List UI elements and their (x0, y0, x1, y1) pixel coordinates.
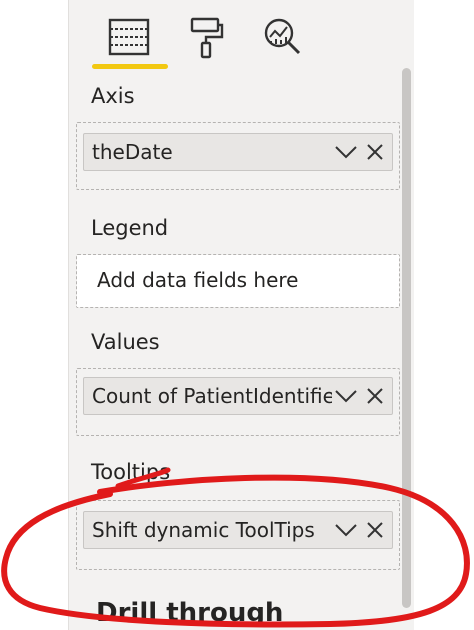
drill-through-heading: Drill through (96, 598, 284, 628)
active-tab-indicator (92, 64, 168, 69)
format-tab[interactable] (183, 12, 229, 62)
chevron-down-icon[interactable] (334, 143, 358, 161)
fields-tab[interactable] (104, 12, 154, 62)
legend-drop-target[interactable]: Add data fields here (77, 255, 399, 307)
analytics-tab[interactable] (260, 12, 306, 62)
tooltips-field-chip[interactable]: Shift dynamic ToolTips (83, 511, 393, 549)
paint-roller-icon (190, 17, 224, 59)
analytics-magnifier-icon (264, 18, 301, 55)
legend-placeholder: Add data fields here (97, 268, 299, 292)
values-well[interactable]: Count of PatientIdentifie (76, 368, 400, 436)
axis-label: Axis (91, 84, 135, 108)
axis-well[interactable]: theDate (76, 122, 400, 190)
legend-label: Legend (91, 216, 169, 240)
left-background (0, 0, 68, 630)
legend-well[interactable]: Add data fields here (76, 254, 400, 308)
close-icon[interactable] (366, 521, 384, 539)
fields-icon (108, 18, 150, 56)
chevron-down-icon[interactable] (334, 387, 358, 405)
chevron-down-icon[interactable] (334, 521, 358, 539)
values-field-name: Count of PatientIdentifie (92, 384, 332, 408)
tooltips-label: Tooltips (91, 460, 171, 484)
values-field-chip[interactable]: Count of PatientIdentifie (83, 377, 393, 415)
close-icon[interactable] (366, 387, 384, 405)
close-icon[interactable] (366, 143, 384, 161)
scrollbar-thumb[interactable] (402, 68, 411, 608)
right-background (414, 0, 474, 630)
values-label: Values (91, 330, 160, 354)
tooltips-well[interactable]: Shift dynamic ToolTips (76, 500, 400, 570)
tooltips-field-name: Shift dynamic ToolTips (92, 518, 315, 542)
axis-field-name: theDate (92, 140, 173, 164)
scrollbar[interactable] (400, 68, 412, 608)
axis-field-chip[interactable]: theDate (83, 133, 393, 171)
